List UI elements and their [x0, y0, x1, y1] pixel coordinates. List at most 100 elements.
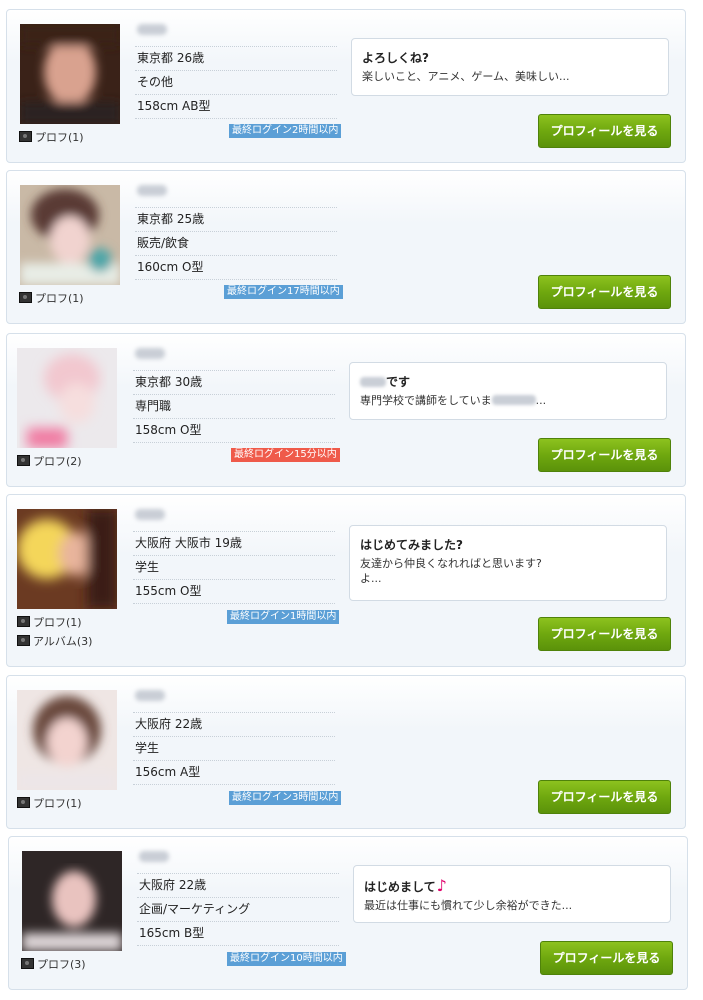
- view-profile-button[interactable]: プロフィールを見る: [538, 617, 671, 651]
- last-login-badge: 最終ログイン17時間以内: [224, 285, 343, 299]
- profile-links: プロフ(1) アルバム(3): [17, 613, 92, 651]
- camera-icon: [17, 616, 30, 627]
- info-location-age: 東京都 25歳: [135, 207, 337, 231]
- message-body-text: 専門学校で講師をしていま: [360, 394, 492, 407]
- profile-links: プロフ(3): [21, 955, 86, 974]
- username-blurred: [137, 24, 167, 35]
- profile-photo[interactable]: [20, 185, 120, 285]
- prof-link[interactable]: プロフ(1): [17, 613, 92, 632]
- message-title: はじめまして♪: [364, 878, 660, 895]
- info-divider: [133, 784, 335, 785]
- message-box: はじめまして♪ 最近は仕事にも慣れて少し余裕ができた...: [353, 865, 671, 923]
- username-blurred: [135, 690, 165, 701]
- info-height-blood: 165cm B型: [137, 921, 339, 945]
- message-body: 専門学校で講師をしていま...: [360, 393, 656, 408]
- profile-card: 大阪府 大阪市 19歳 学生 155cm O型 最終ログイン1時間以内 プロフ(…: [6, 494, 686, 667]
- profile-info: 東京都 30歳 専門職 158cm O型: [133, 370, 335, 443]
- profile-links: プロフ(2): [17, 452, 82, 471]
- prof-link-label: プロフ(1): [33, 616, 82, 629]
- info-divider: [133, 603, 335, 604]
- info-height-blood: 160cm O型: [135, 255, 337, 279]
- info-divider: [133, 442, 335, 443]
- profile-card: 東京都 26歳 その他 158cm AB型 最終ログイン2時間以内 プロフ(1)…: [6, 9, 686, 163]
- view-profile-button[interactable]: プロフィールを見る: [538, 438, 671, 472]
- camera-icon: [17, 455, 30, 466]
- info-occupation: その他: [135, 70, 337, 94]
- profile-card: 東京都 30歳 専門職 158cm O型 最終ログイン15分以内 プロフ(2) …: [6, 333, 686, 487]
- camera-icon: [17, 635, 30, 646]
- camera-icon: [17, 797, 30, 808]
- view-profile-button[interactable]: プロフィールを見る: [540, 941, 673, 975]
- info-divider: [137, 945, 339, 946]
- message-box: です 専門学校で講師をしていま...: [349, 362, 667, 420]
- profile-card: 大阪府 22歳 企画/マーケティング 165cm B型 最終ログイン10時間以内…: [8, 836, 688, 990]
- view-profile-button[interactable]: プロフィールを見る: [538, 780, 671, 814]
- music-note-icon: ♪: [436, 876, 447, 895]
- view-profile-button[interactable]: プロフィールを見る: [538, 114, 671, 148]
- profile-links: プロフ(1): [19, 289, 84, 308]
- username-blurred: [139, 851, 169, 862]
- username-blurred: [135, 509, 165, 520]
- message-body-ellipsis: ...: [535, 394, 547, 407]
- message-title: はじめてみました?: [360, 538, 463, 552]
- profile-photo[interactable]: [17, 690, 117, 790]
- info-divider: [135, 279, 337, 280]
- info-location-age: 東京都 30歳: [133, 370, 335, 394]
- message-title-text: はじめまして: [364, 880, 436, 894]
- info-location-age: 大阪府 大阪市 19歳: [133, 531, 335, 555]
- message-body: 友達から仲良くなれればと思います? よ...: [360, 557, 542, 585]
- info-location-age: 大阪府 22歳: [133, 712, 335, 736]
- info-occupation: 企画/マーケティング: [137, 897, 339, 921]
- profile-photo[interactable]: [17, 348, 117, 448]
- camera-icon: [21, 958, 34, 969]
- profile-card: 大阪府 22歳 学生 156cm A型 最終ログイン3時間以内 プロフ(1) プ…: [6, 675, 686, 829]
- last-login-badge: 最終ログイン10時間以内: [227, 952, 346, 966]
- profile-photo[interactable]: [22, 851, 122, 951]
- username-blurred: [137, 185, 167, 196]
- profile-card: 東京都 25歳 販売/飲食 160cm O型 最終ログイン17時間以内 プロフ(…: [6, 170, 686, 324]
- info-occupation: 販売/飲食: [135, 231, 337, 255]
- info-occupation: 学生: [133, 555, 335, 579]
- message-title-text: です: [386, 375, 411, 389]
- message-title: よろしくね?: [362, 51, 429, 65]
- prof-link-label: プロフ(1): [35, 292, 84, 305]
- info-height-blood: 156cm A型: [133, 760, 335, 784]
- last-login-badge: 最終ログイン1時間以内: [227, 610, 340, 624]
- album-link-label: アルバム(3): [33, 635, 93, 648]
- username-blurred: [135, 348, 165, 359]
- message-title: です: [360, 375, 656, 390]
- prof-link[interactable]: プロフ(1): [19, 128, 84, 147]
- last-login-badge: 最終ログイン15分以内: [231, 448, 340, 462]
- info-height-blood: 158cm O型: [133, 418, 335, 442]
- profile-info: 東京都 25歳 販売/飲食 160cm O型: [135, 207, 337, 280]
- last-login-badge: 最終ログイン3時間以内: [229, 791, 342, 805]
- prof-link-label: プロフ(2): [33, 455, 82, 468]
- profile-info: 大阪府 22歳 学生 156cm A型: [133, 712, 335, 785]
- info-height-blood: 158cm AB型: [135, 94, 337, 118]
- info-occupation: 学生: [133, 736, 335, 760]
- prof-link[interactable]: プロフ(2): [17, 452, 82, 471]
- prof-link-label: プロフ(1): [33, 797, 82, 810]
- profile-info: 東京都 26歳 その他 158cm AB型: [135, 46, 337, 119]
- camera-icon: [19, 292, 32, 303]
- prof-link-label: プロフ(1): [35, 131, 84, 144]
- info-divider: [135, 118, 337, 119]
- prof-link[interactable]: プロフ(3): [21, 955, 86, 974]
- prof-link-label: プロフ(3): [37, 958, 86, 971]
- profile-info: 大阪府 22歳 企画/マーケティング 165cm B型: [137, 873, 339, 946]
- profile-links: プロフ(1): [19, 128, 84, 147]
- last-login-badge: 最終ログイン2時間以内: [229, 124, 342, 138]
- info-location-age: 大阪府 22歳: [137, 873, 339, 897]
- view-profile-button[interactable]: プロフィールを見る: [538, 275, 671, 309]
- prof-link[interactable]: プロフ(1): [17, 794, 82, 813]
- blurred-name: [360, 377, 386, 387]
- camera-icon: [19, 131, 32, 142]
- album-link[interactable]: アルバム(3): [17, 632, 92, 651]
- profile-photo[interactable]: [17, 509, 117, 609]
- profile-info: 大阪府 大阪市 19歳 学生 155cm O型: [133, 531, 335, 604]
- message-body: 楽しいこと、アニメ、ゲーム、美味しい...: [362, 70, 570, 83]
- message-box: はじめてみました? 友達から仲良くなれればと思います? よ...: [349, 525, 667, 601]
- prof-link[interactable]: プロフ(1): [19, 289, 84, 308]
- info-occupation: 専門職: [133, 394, 335, 418]
- profile-photo[interactable]: [20, 24, 120, 124]
